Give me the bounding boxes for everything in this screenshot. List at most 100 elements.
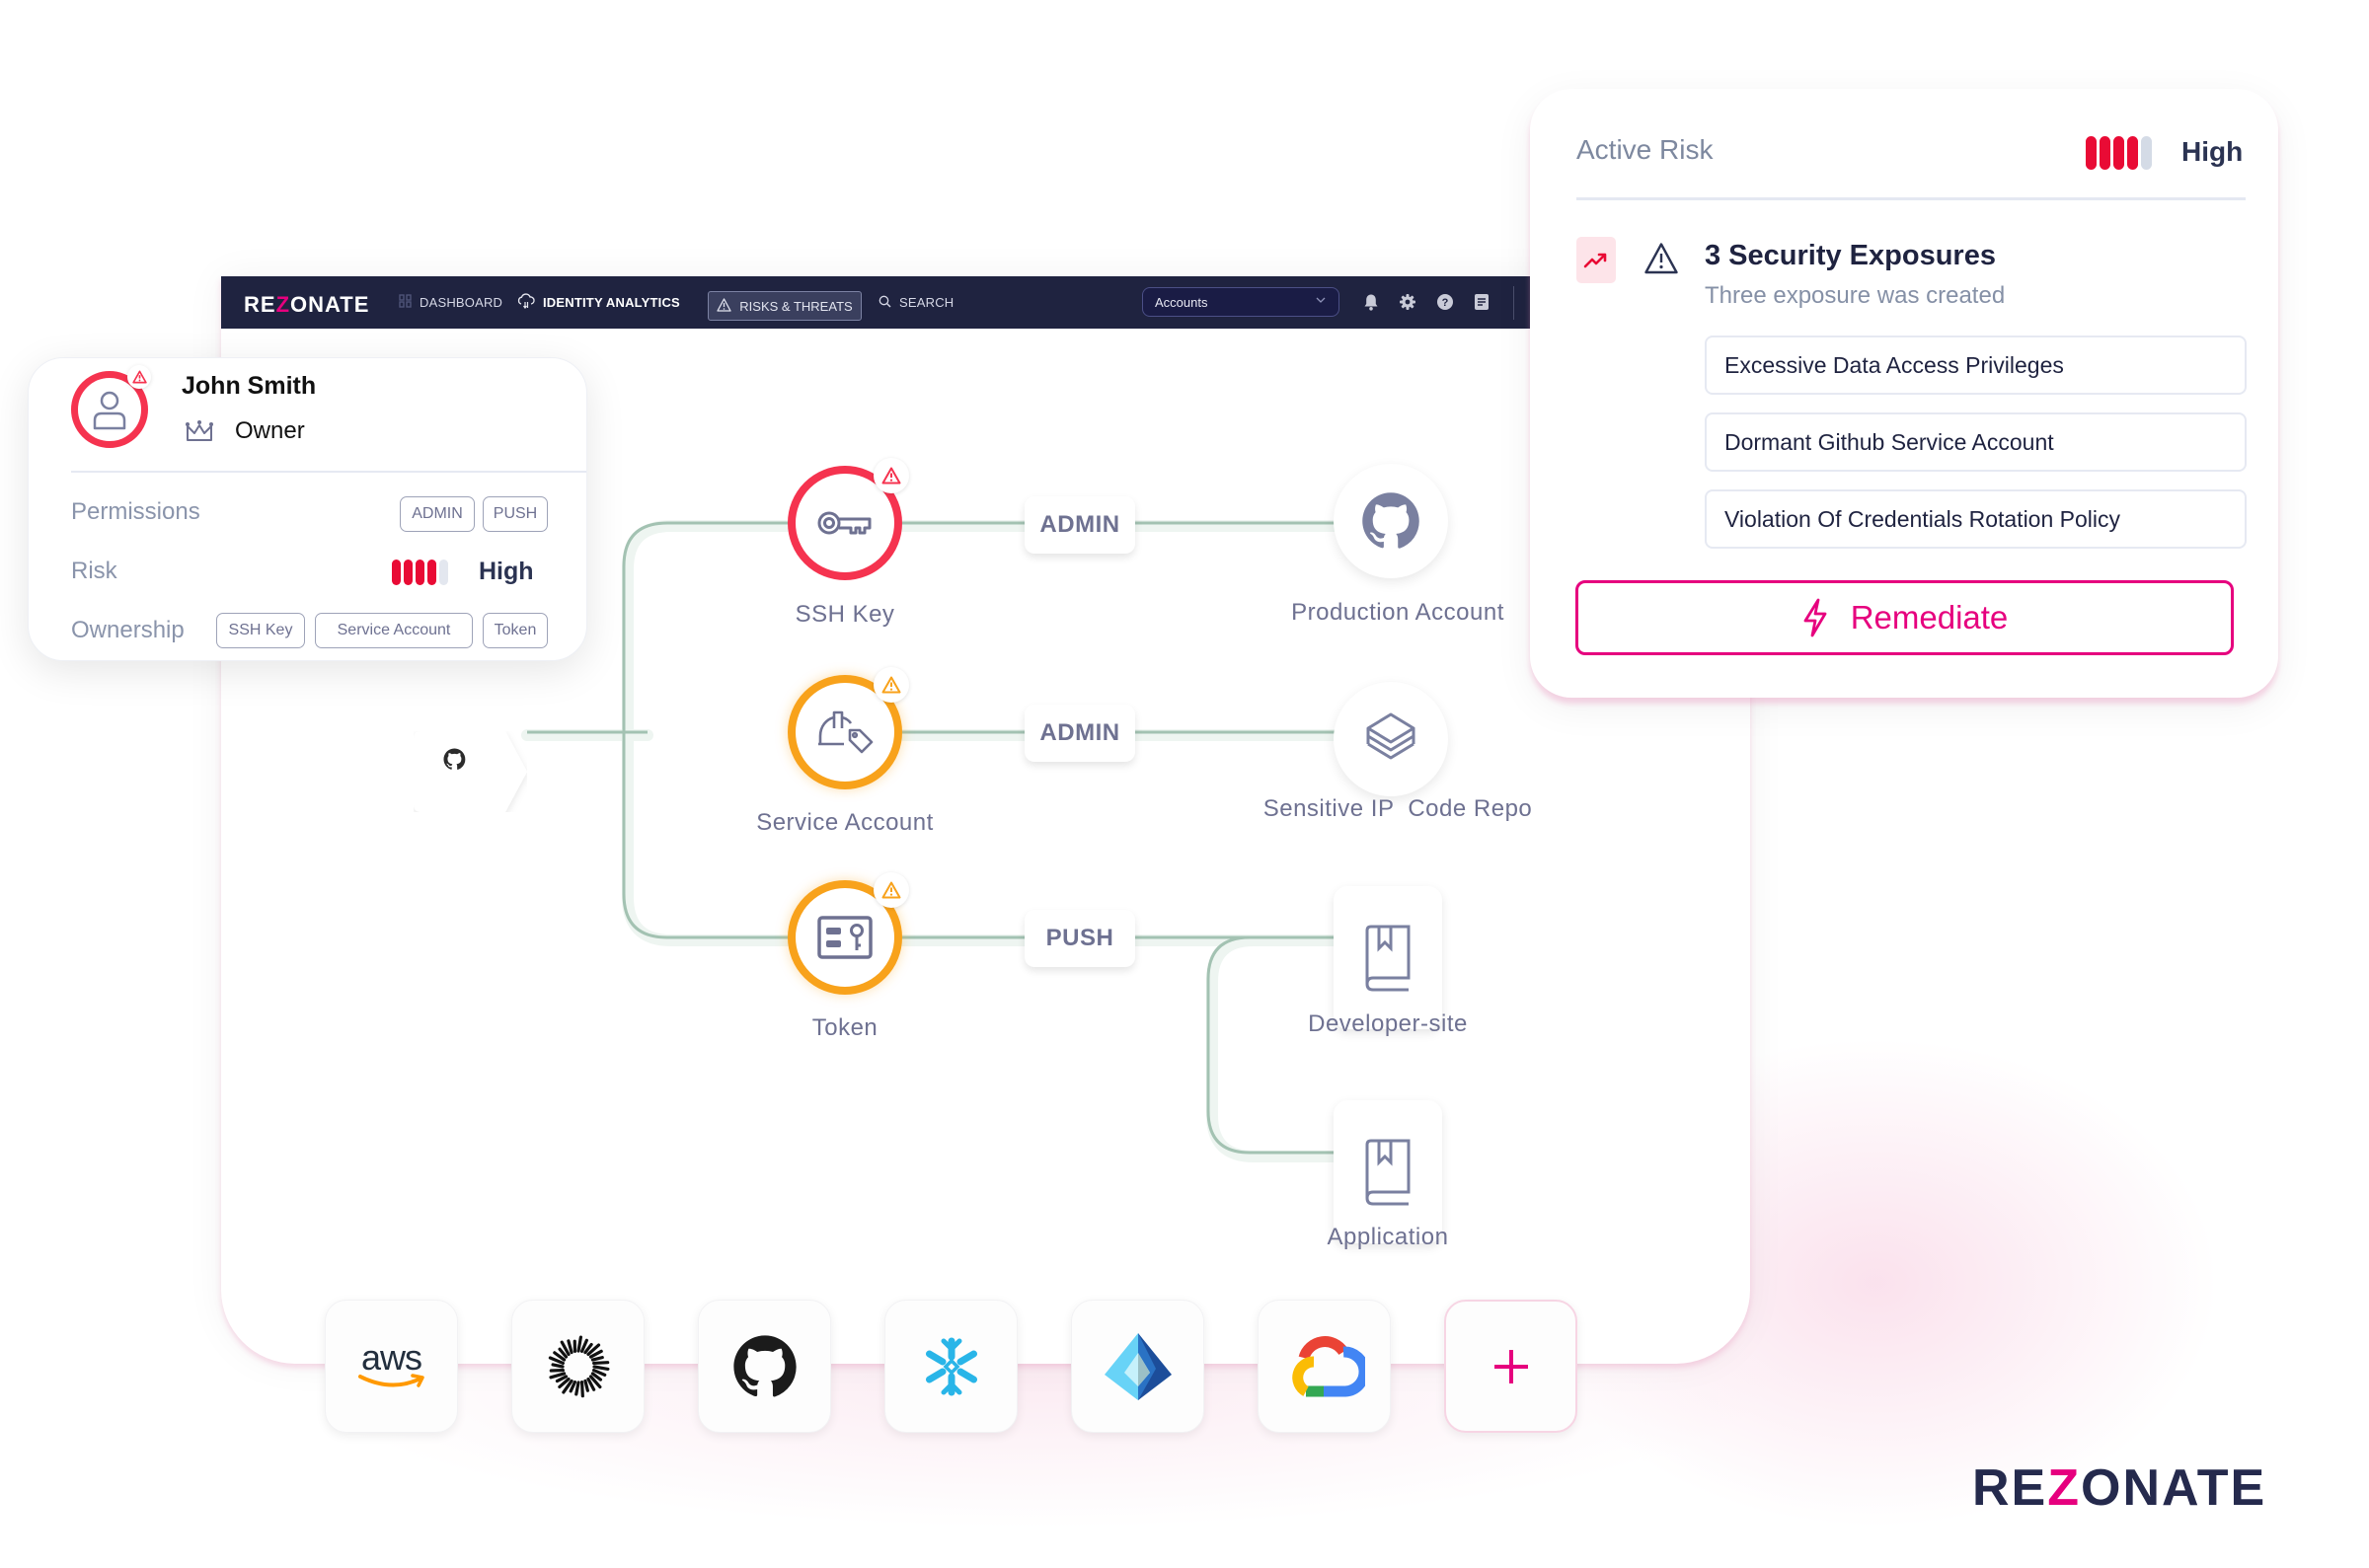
risk-bar-empty: [2141, 136, 2152, 170]
exposure-item[interactable]: Excessive Data Access Privileges: [1705, 336, 2247, 395]
nav-risks-threats[interactable]: RISKS & THREATS: [708, 291, 862, 321]
cloud-analytics-icon: [517, 293, 535, 312]
dashboard-grid-icon: [399, 294, 412, 311]
active-risk-title: Active Risk: [1576, 134, 1714, 165]
edge-label-admin: ADMIN: [1025, 496, 1135, 554]
search-icon: [879, 295, 891, 311]
sensitive-code-repo-label: Sensitive IP Code Repo: [1262, 795, 1533, 822]
trend-up-icon: [1576, 237, 1616, 283]
user-name: John Smith: [182, 372, 317, 400]
integration-azure-ad[interactable]: [1071, 1300, 1204, 1433]
warning-icon: [717, 297, 731, 315]
integration-okta[interactable]: [511, 1300, 645, 1433]
warning-icon: [131, 370, 147, 384]
edge-label-push: PUSH: [1025, 910, 1135, 967]
azure-ad-icon: [1104, 1332, 1172, 1400]
user-role: Owner: [235, 417, 305, 444]
ssh-key-label: SSH Key: [795, 601, 895, 628]
application-label: Application: [1327, 1224, 1449, 1250]
permission-pill-admin: ADMIN: [400, 496, 475, 532]
active-risk-card: Active Risk High 3 Security Exposures Th…: [1530, 89, 2278, 698]
aws-icon: aws: [357, 1339, 426, 1390]
token-icon: [817, 916, 873, 959]
warning-icon: [881, 881, 901, 899]
nav-identity-analytics-label: IDENTITY ANALYTICS: [543, 295, 680, 310]
crown-icon: [186, 420, 213, 441]
remediate-button[interactable]: Remediate: [1575, 580, 2234, 655]
brand-logo: REZONATE: [1972, 1459, 2267, 1517]
google-cloud-icon: [1291, 1335, 1365, 1396]
edge-label-admin: ADMIN: [1025, 705, 1135, 762]
warning-badge-orange: [874, 872, 909, 908]
warning-badge-orange: [874, 667, 909, 703]
warning-icon: [881, 467, 901, 485]
accounts-select-value: Accounts: [1155, 294, 1208, 310]
production-account-node[interactable]: [1334, 464, 1448, 578]
risk-meter: [392, 560, 448, 585]
nav-identity-analytics[interactable]: IDENTITY ANALYTICS: [517, 276, 680, 329]
book-icon: [1365, 1139, 1411, 1205]
plus-icon: [1493, 1349, 1528, 1383]
production-account-label: Production Account: [1291, 599, 1504, 626]
warning-badge-red: [874, 458, 909, 493]
risk-level: High: [479, 558, 534, 585]
nav-search-label: SEARCH: [899, 295, 955, 310]
navbar-divider: [1513, 286, 1514, 320]
exposure-item[interactable]: Violation Of Credentials Rotation Policy: [1705, 489, 2247, 549]
nav-dashboard-label: DASHBOARD: [420, 295, 503, 310]
user-card[interactable]: John Smith Owner Permissions ADMIN PUSH …: [28, 357, 587, 661]
risk-bar-filled: [2113, 136, 2124, 170]
okta-icon: [548, 1334, 610, 1397]
user-icon: [93, 391, 126, 430]
risk-level: High: [2181, 136, 2244, 167]
risk-bar-filled: [2127, 136, 2138, 170]
layers-icon: [1366, 712, 1415, 760]
svg-text:?: ?: [1442, 297, 1449, 309]
permission-pill-push: PUSH: [483, 496, 548, 532]
github-source-node[interactable]: [414, 731, 527, 812]
exposure-item[interactable]: Dormant Github Service Account: [1705, 412, 2247, 472]
permissions-label: Permissions: [71, 498, 200, 525]
lightning-icon: [1803, 598, 1827, 637]
gear-icon[interactable]: [1396, 290, 1419, 314]
service-account-label: Service Account: [756, 809, 934, 836]
bell-icon[interactable]: [1359, 290, 1383, 314]
integration-snowflake[interactable]: [884, 1300, 1018, 1433]
nav-risks-threats-label: RISKS & THREATS: [739, 298, 853, 314]
risk-meter: [2086, 136, 2152, 170]
nav-dashboard[interactable]: DASHBOARD: [399, 276, 502, 329]
ownership-pill-service-account: Service Account: [315, 613, 473, 648]
nav-search[interactable]: SEARCH: [879, 276, 954, 329]
exposures-subtitle: Three exposure was created: [1705, 282, 2006, 309]
risk-bar-filled: [2100, 136, 2110, 170]
risk-bar-empty: [439, 560, 448, 585]
risk-bar-filled: [392, 560, 401, 585]
github-icon: [732, 1334, 797, 1396]
integration-github[interactable]: [698, 1300, 831, 1433]
github-icon: [1362, 492, 1419, 549]
service-account-icon: [818, 710, 874, 754]
warning-icon: [881, 676, 901, 694]
developer-site-label: Developer-site: [1308, 1010, 1468, 1037]
exposures-title: 3 Security Exposures: [1705, 240, 1996, 271]
integration-google-cloud[interactable]: [1258, 1300, 1391, 1433]
add-integration-button[interactable]: [1444, 1300, 1577, 1433]
ownership-pill-ssh-key: SSH Key: [216, 613, 305, 648]
book-icon: [1365, 925, 1411, 991]
application-node[interactable]: [1334, 1100, 1442, 1243]
divider: [71, 471, 586, 473]
chevron-down-icon: [1315, 294, 1327, 309]
risk-label: Risk: [71, 558, 117, 584]
risk-bar-filled: [416, 560, 424, 585]
key-icon: [817, 511, 872, 535]
nav-logo[interactable]: REZONATE: [244, 292, 369, 318]
integration-aws[interactable]: aws: [325, 1300, 458, 1433]
document-icon[interactable]: [1470, 290, 1493, 314]
developer-site-node[interactable]: [1334, 886, 1442, 1029]
warning-badge-red: [127, 365, 151, 389]
help-icon[interactable]: ?: [1433, 290, 1457, 314]
warning-icon: [1644, 243, 1678, 274]
accounts-select[interactable]: Accounts: [1142, 287, 1339, 317]
sensitive-code-repo-node[interactable]: [1334, 682, 1448, 796]
ownership-pill-token: Token: [483, 613, 548, 648]
